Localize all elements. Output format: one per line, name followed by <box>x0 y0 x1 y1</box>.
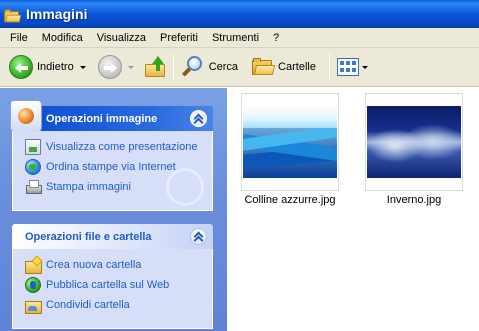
menu-help[interactable]: ? <box>266 32 286 44</box>
file-tasks-title: Operazioni file e cartella <box>25 230 152 243</box>
menu-favorites[interactable]: Preferiti <box>153 32 205 44</box>
image-tasks-panel: Operazioni immagine Visualizza come pres… <box>10 100 213 211</box>
views-dropdown-icon[interactable] <box>361 65 368 69</box>
forward-button[interactable] <box>95 51 137 83</box>
task-label: Crea nuova cartella <box>46 259 142 271</box>
file-view: Colline azzurre.jpg Inverno.jpg <box>227 88 479 331</box>
task-label: Ordina stampe via Internet <box>46 161 176 173</box>
task-label: Pubblica cartella sul Web <box>46 279 170 291</box>
task-slideshow[interactable]: Visualizza come presentazione <box>25 137 212 157</box>
file-thumbnail-inverno[interactable] <box>365 93 463 191</box>
views-button[interactable] <box>334 51 371 83</box>
file-name-colline[interactable]: Colline azzurre.jpg <box>230 194 350 206</box>
forward-dropdown-icon[interactable] <box>127 65 134 69</box>
file-thumbnail-colline[interactable] <box>241 93 339 191</box>
task-share-folder[interactable]: Condividi cartella <box>25 295 212 315</box>
file-tasks-header[interactable]: Operazioni file e cartella <box>12 224 213 249</box>
printer-icon <box>25 179 42 195</box>
up-folder-button[interactable] <box>141 51 169 83</box>
slideshow-icon <box>25 139 41 155</box>
task-publish-web[interactable]: Pubblica cartella sul Web <box>25 275 212 295</box>
image-tasks-title: Operazioni immagine <box>46 112 158 125</box>
search-label: Cerca <box>208 61 239 73</box>
views-icon <box>336 58 359 76</box>
window-title: Immagini <box>26 6 88 22</box>
menu-edit[interactable]: Modifica <box>35 32 90 44</box>
file-name-inverno[interactable]: Inverno.jpg <box>354 194 474 206</box>
file-tasks-panel: Operazioni file e cartella Crea nuova ca… <box>12 224 213 329</box>
folder-icon <box>4 9 22 22</box>
collapse-icon[interactable] <box>190 110 207 127</box>
image-tasks-body: Visualizza come presentazione Ordina sta… <box>12 131 213 211</box>
task-label: Visualizza come presentazione <box>46 141 198 153</box>
forward-arrow-icon <box>97 55 122 79</box>
toolbar: Indietro Cerca Cartelle <box>0 48 479 87</box>
menu-view[interactable]: Visualizza <box>90 32 153 44</box>
publish-web-icon <box>25 277 41 293</box>
folders-icon <box>252 58 276 76</box>
new-folder-icon <box>25 257 42 274</box>
menu-bar: File Modifica Visualizza Preferiti Strum… <box>0 28 479 48</box>
file-tasks-body: Crea nuova cartella Pubblica cartella su… <box>12 249 213 329</box>
collapse-icon[interactable] <box>190 228 207 245</box>
back-button[interactable]: Indietro <box>6 51 89 83</box>
task-label: Stampa immagini <box>46 181 131 193</box>
winter-image <box>367 106 461 178</box>
task-label: Condividi cartella <box>46 299 130 311</box>
folders-button[interactable]: Cartelle <box>249 51 319 83</box>
blue-hills-image <box>243 106 337 178</box>
back-label: Indietro <box>37 61 74 73</box>
up-folder-icon <box>144 56 166 78</box>
image-tasks-header[interactable]: Operazioni immagine <box>10 100 213 132</box>
watermark-icon <box>166 168 204 206</box>
back-dropdown-icon[interactable] <box>79 65 86 69</box>
toolbar-separator <box>172 54 174 80</box>
menu-tools[interactable]: Strumenti <box>205 32 266 44</box>
back-arrow-icon <box>9 55 33 79</box>
search-button[interactable]: Cerca <box>178 51 241 83</box>
search-icon <box>181 55 205 79</box>
share-folder-icon <box>25 297 42 314</box>
globe-icon <box>25 159 41 175</box>
toolbar-separator-2 <box>328 54 330 80</box>
task-pane: Operazioni immagine Visualizza come pres… <box>0 88 227 331</box>
task-new-folder[interactable]: Crea nuova cartella <box>25 255 212 275</box>
menu-file[interactable]: File <box>3 32 35 44</box>
image-tasks-badge-icon <box>10 100 42 132</box>
title-bar[interactable]: Immagini <box>0 0 479 28</box>
folders-label: Cartelle <box>278 61 316 73</box>
